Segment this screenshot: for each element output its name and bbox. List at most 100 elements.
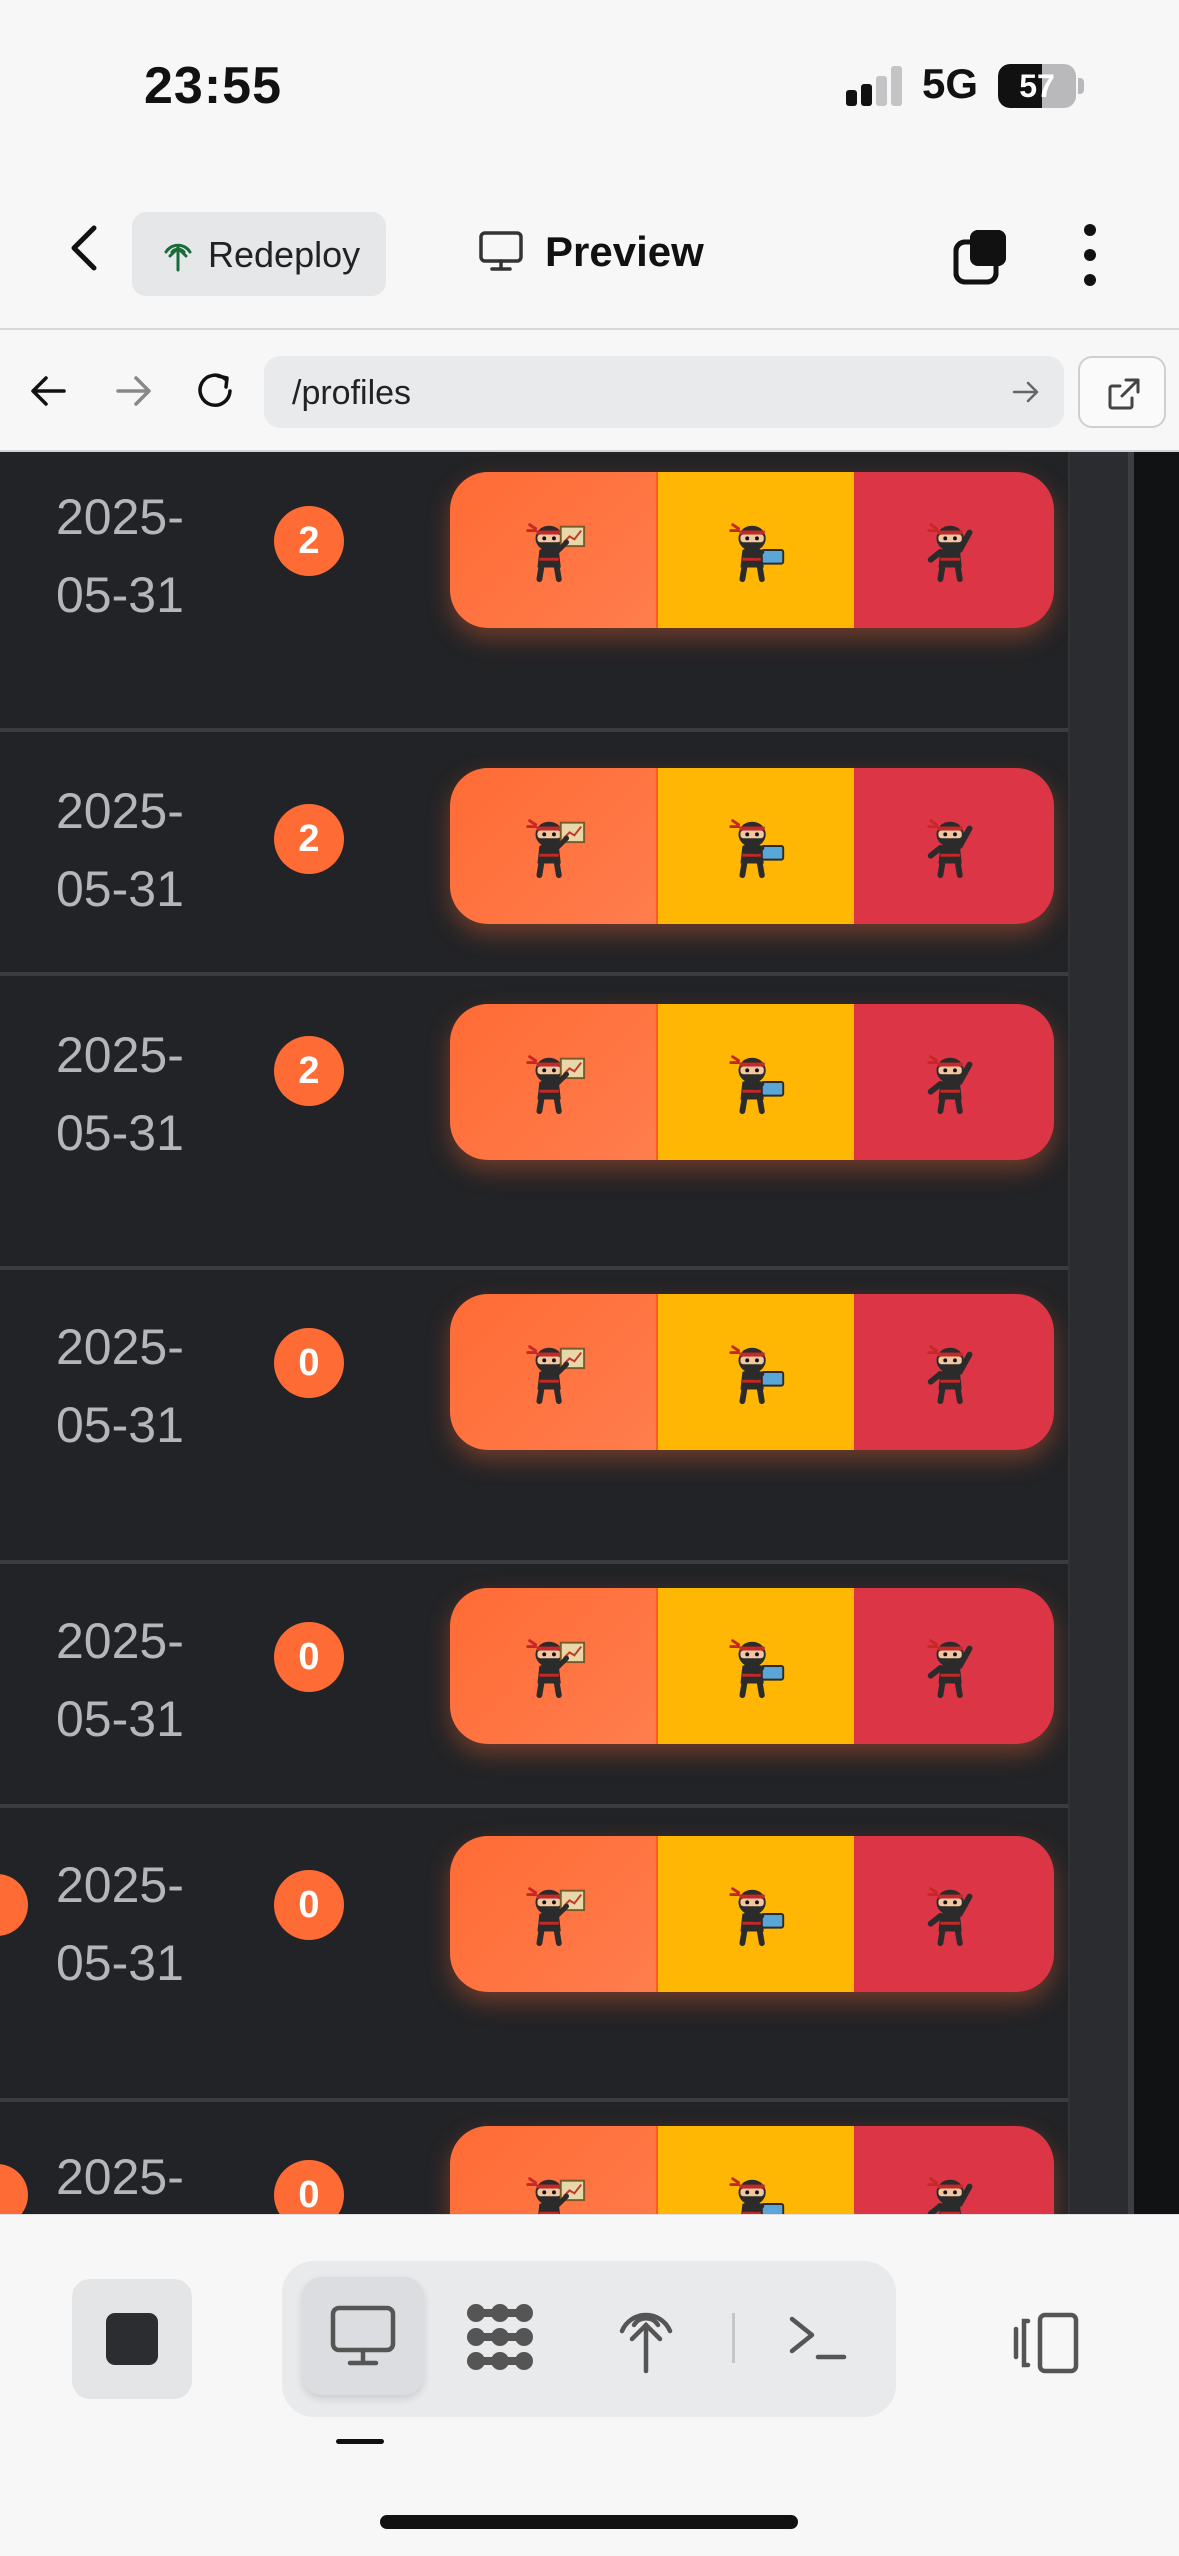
coder-button[interactable]: [658, 472, 854, 628]
back-chevron-icon[interactable]: [56, 218, 116, 278]
view-switcher: [282, 2261, 896, 2417]
profile-row[interactable]: 2025- 0: [0, 2102, 1068, 2214]
row-date: 2025- 05-31: [56, 489, 184, 623]
ninja-laptop-icon: [721, 1337, 791, 1407]
network-icon[interactable]: [462, 2299, 538, 2375]
ninja-cheer-icon: [919, 1047, 989, 1117]
open-external-button[interactable]: [1078, 356, 1166, 428]
presenter-button[interactable]: [450, 1836, 658, 1992]
coder-button[interactable]: [658, 768, 854, 924]
ninja-laptop-icon: [721, 1631, 791, 1701]
row-date: 2025-: [56, 2149, 184, 2205]
action-pill: [450, 2126, 1054, 2214]
network-type: 5G: [922, 60, 979, 107]
action-pill: [450, 1588, 1054, 1744]
go-arrow-icon[interactable]: [1010, 376, 1042, 408]
monitor-icon[interactable]: [328, 2303, 398, 2369]
antenna-icon[interactable]: [616, 2299, 676, 2375]
ninja-laptop-icon: [721, 811, 791, 881]
profile-row[interactable]: 2025- 05-31 2: [0, 452, 1068, 732]
presenter-button[interactable]: [450, 472, 658, 628]
browser-forward-icon[interactable]: [108, 366, 158, 416]
offscreen-badge: [0, 2164, 28, 2214]
ninja-presenter-icon: [518, 515, 588, 585]
offscreen-badge: [0, 1874, 28, 1936]
presenter-button[interactable]: [450, 768, 658, 924]
monitor-icon[interactable]: [478, 230, 524, 272]
scrollbar-track[interactable]: [1068, 452, 1130, 2214]
browser-bar: /profiles: [0, 330, 1179, 452]
presenter-button[interactable]: [450, 2126, 658, 2214]
action-pill: [450, 1294, 1054, 1450]
profile-row[interactable]: 2025- 05-31 0: [0, 1808, 1068, 2102]
row-date: 2025- 05-31: [56, 1027, 184, 1161]
count-badge: 0: [274, 2160, 344, 2214]
cheer-button[interactable]: [854, 768, 1054, 924]
layout-toggle-icon[interactable]: [1010, 2311, 1082, 2375]
cheer-button[interactable]: [854, 1294, 1054, 1450]
battery-percent: 57: [1019, 68, 1055, 104]
coder-button[interactable]: [658, 1004, 854, 1160]
ninja-presenter-icon: [518, 1337, 588, 1407]
profile-row[interactable]: 2025- 05-31 2: [0, 976, 1068, 1270]
count-badge: 0: [274, 1870, 344, 1940]
preview-title[interactable]: Preview: [545, 228, 704, 276]
row-date: 2025- 05-31: [56, 1319, 184, 1453]
count-badge: 2: [274, 804, 344, 874]
ninja-cheer-icon: [919, 1631, 989, 1701]
redeploy-label: Redeploy: [208, 234, 361, 275]
url-input[interactable]: /profiles: [264, 356, 1064, 428]
redeploy-button[interactable]: Redeploy: [132, 212, 386, 296]
battery-icon: 57: [998, 64, 1076, 108]
ninja-presenter-icon: [518, 1879, 588, 1949]
coder-button[interactable]: [658, 1588, 854, 1744]
action-pill: [450, 768, 1054, 924]
external-link-icon: [1108, 378, 1140, 410]
ninja-cheer-icon: [919, 811, 989, 881]
status-time: 23:55: [144, 57, 282, 115]
ninja-cheer-icon: [919, 515, 989, 585]
ninja-laptop-icon: [721, 2169, 791, 2214]
ninja-presenter-icon: [518, 811, 588, 881]
cheer-button[interactable]: [854, 1004, 1054, 1160]
more-vertical-icon[interactable]: [1072, 220, 1108, 290]
stop-button[interactable]: [72, 2279, 192, 2399]
app-header: Redeploy Preview: [0, 170, 1179, 330]
profile-row[interactable]: 2025- 05-31 2: [0, 732, 1068, 976]
deploy-antenna-icon: [164, 243, 192, 272]
action-pill: [450, 1004, 1054, 1160]
bottom-toolbar: [0, 2214, 1179, 2556]
profile-row[interactable]: 2025- 05-31 0: [0, 1564, 1068, 1808]
cheer-button[interactable]: [854, 472, 1054, 628]
presenter-button[interactable]: [450, 1294, 658, 1450]
signal-icon: [846, 66, 906, 106]
toolbar-separator: [732, 2313, 735, 2363]
coder-button[interactable]: [658, 1294, 854, 1450]
tabs-icon[interactable]: [950, 224, 1014, 288]
status-bar: 23:55 5G 57: [0, 0, 1179, 170]
row-date: 2025- 05-31: [56, 783, 184, 917]
cheer-button[interactable]: [854, 1836, 1054, 1992]
cheer-button[interactable]: [854, 1588, 1054, 1744]
ninja-cheer-icon: [919, 1879, 989, 1949]
ninja-laptop-icon: [721, 1047, 791, 1117]
count-badge: 0: [274, 1328, 344, 1398]
count-badge: 2: [274, 1036, 344, 1106]
terminal-icon[interactable]: [786, 2311, 850, 2367]
preview-content[interactable]: 2025- 05-31 2 2025- 05-31 2 2025- 05-31 …: [0, 452, 1179, 2214]
stop-icon: [106, 2313, 158, 2365]
presenter-button[interactable]: [450, 1588, 658, 1744]
cheer-button[interactable]: [854, 2126, 1054, 2214]
ninja-cheer-icon: [919, 1337, 989, 1407]
browser-back-icon[interactable]: [24, 366, 74, 416]
reload-icon[interactable]: [190, 366, 240, 416]
action-pill: [450, 1836, 1054, 1992]
home-indicator[interactable]: [380, 2515, 798, 2529]
ninja-laptop-icon: [721, 1879, 791, 1949]
presenter-button[interactable]: [450, 1004, 658, 1160]
coder-button[interactable]: [658, 2126, 854, 2214]
count-badge: 0: [274, 1622, 344, 1692]
ninja-laptop-icon: [721, 515, 791, 585]
coder-button[interactable]: [658, 1836, 854, 1992]
profile-row[interactable]: 2025- 05-31 0: [0, 1270, 1068, 1564]
